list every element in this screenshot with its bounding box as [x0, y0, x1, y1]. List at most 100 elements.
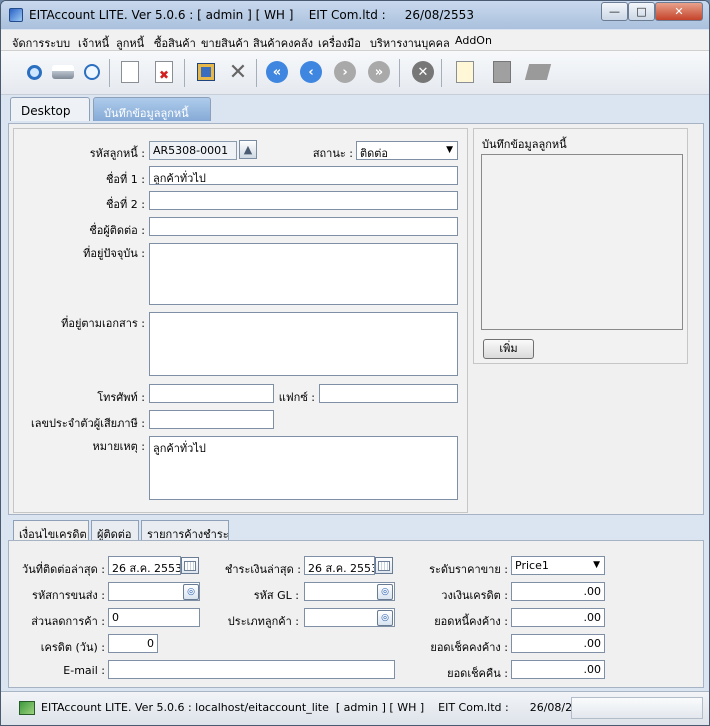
- lookup-icon[interactable]: ◎: [183, 584, 199, 600]
- lookup-icon[interactable]: ◎: [377, 584, 393, 600]
- delete-document-icon[interactable]: ✖: [151, 59, 177, 85]
- last-contact-date-field[interactable]: 26 ส.ค. 2553: [108, 556, 181, 575]
- edit-icon[interactable]: [193, 59, 219, 85]
- toolbar: ✖ ✕ « ‹ › » ✕: [1, 51, 709, 95]
- document-icon[interactable]: [489, 59, 515, 85]
- last-payment-label: ชำระเงินล่าสุด :: [224, 563, 301, 576]
- email-field[interactable]: [108, 660, 395, 679]
- chevron-down-icon: ▼: [446, 145, 453, 155]
- menu-hr[interactable]: บริหารงานบุคคล: [370, 34, 450, 52]
- document-tabs: Desktop บันทึกข้อมูลลูกหนี้ ✖: [1, 97, 709, 214]
- code-lookup-icon[interactable]: ▲: [239, 140, 257, 159]
- customer-code-field[interactable]: AR5308-0001: [149, 141, 237, 160]
- menu-payable[interactable]: เจ้าหนี้: [78, 34, 109, 52]
- fax-label: แฟกซ์ :: [278, 391, 315, 404]
- current-address-textarea[interactable]: [149, 243, 458, 305]
- menu-purchase[interactable]: ซื้อสินค้า: [154, 34, 196, 52]
- ar-balance-label: ยอดหนี้คงค้าง :: [434, 615, 508, 628]
- remark-textarea[interactable]: ลูกค้าทั่วไป: [149, 436, 458, 500]
- close-form-icon[interactable]: ✕: [410, 59, 436, 85]
- toolbar-separator: [399, 59, 400, 87]
- menu-receivable[interactable]: ลูกหนี้: [116, 34, 144, 52]
- calendar-icon[interactable]: [375, 557, 393, 574]
- name1-field[interactable]: ลูกค้าทั่วไป: [149, 166, 458, 185]
- toolbar-separator: [109, 59, 110, 87]
- status-label: สถานะ :: [312, 147, 353, 160]
- price-level-select[interactable]: Price1 ▼: [511, 556, 605, 575]
- last-contact-label: วันที่ติดต่อล่าสุด :: [22, 563, 105, 576]
- name1-label: ชื่อที่ 1 :: [105, 173, 145, 186]
- menu-sales[interactable]: ขายสินค้า: [201, 34, 249, 52]
- tab-customer-record[interactable]: บันทึกข้อมูลลูกหนี้: [93, 97, 211, 121]
- trade-discount-field[interactable]: 0: [108, 608, 200, 627]
- status-bar: EITAccount LITE. Ver 5.0.6 : localhost/e…: [1, 691, 709, 725]
- fax-field[interactable]: [319, 384, 458, 403]
- contact-name-field[interactable]: [149, 217, 458, 236]
- menu-tools[interactable]: เครื่องมือ: [318, 34, 361, 52]
- lookup-icon[interactable]: ◎: [377, 610, 393, 626]
- printer-icon[interactable]: [50, 59, 76, 85]
- credit-limit-field[interactable]: .00: [511, 582, 605, 601]
- cheque-returned-field[interactable]: .00: [511, 660, 605, 679]
- tax-id-field[interactable]: [149, 410, 274, 429]
- customer-type-label: ประเภทลูกค้า :: [227, 615, 299, 628]
- status-select[interactable]: ติดต่อ ▼: [356, 141, 458, 160]
- remark-label: หมายเหตุ :: [92, 440, 145, 453]
- notes-title: บันทึกข้อมูลลูกหนี้: [482, 138, 567, 151]
- menu-inventory[interactable]: สินค้าคงคลัง: [253, 34, 313, 52]
- toolbar-separator: [441, 59, 442, 87]
- window-title: EITAccount LITE. Ver 5.0.6 : [ admin ] […: [29, 8, 474, 22]
- toolbar-separator: [184, 59, 185, 87]
- shipping-code-label: รหัสการขนส่ง :: [32, 589, 105, 602]
- first-record-icon[interactable]: «: [264, 59, 290, 85]
- add-note-button[interactable]: เพิ่ม: [483, 339, 534, 359]
- credit-days-label: เครดิต (วัน) :: [40, 641, 105, 654]
- menu-system[interactable]: จัดการระบบ: [12, 34, 70, 52]
- ar-balance-field[interactable]: .00: [511, 608, 605, 627]
- cheque-returned-label: ยอดเช็คคืน :: [447, 667, 508, 680]
- phone-label: โทรศัพท์ :: [97, 391, 145, 404]
- cancel-icon[interactable]: ✕: [225, 59, 251, 85]
- price-level-value: Price1: [515, 559, 549, 572]
- credit-days-field[interactable]: 0: [108, 634, 158, 653]
- toolbar-separator: [256, 59, 257, 87]
- new-document-icon[interactable]: [117, 59, 143, 85]
- tab-desktop[interactable]: Desktop: [10, 97, 90, 121]
- credit-limit-label: วงเงินเครดิต :: [441, 589, 508, 602]
- price-level-label: ระดับราคาขาย :: [429, 563, 508, 576]
- current-address-label: ที่อยู่ปัจจุบัน :: [83, 247, 145, 260]
- status-text: EITAccount LITE. Ver 5.0.6 : localhost/e…: [41, 701, 594, 714]
- app-icon: [9, 8, 23, 22]
- phone-field[interactable]: [149, 384, 274, 403]
- minimize-button[interactable]: —: [601, 2, 628, 21]
- notes-list[interactable]: [481, 154, 683, 330]
- previous-record-icon[interactable]: ‹: [298, 59, 324, 85]
- tab-credit-terms[interactable]: เงื่อนไขเครดิต: [13, 520, 89, 542]
- tab-customer-record-label: บันทึกข้อมูลลูกหนี้: [104, 107, 189, 120]
- last-record-icon[interactable]: »: [366, 59, 392, 85]
- tab-desktop-label: Desktop: [21, 104, 71, 118]
- title-bar[interactable]: EITAccount LITE. Ver 5.0.6 : [ admin ] […: [1, 1, 709, 29]
- chevron-down-icon: ▼: [593, 560, 600, 570]
- search-icon[interactable]: [21, 59, 47, 85]
- menu-addon[interactable]: AddOn: [455, 34, 492, 47]
- tab-outstanding[interactable]: รายการค้างชำระ: [141, 520, 229, 541]
- maximize-button[interactable]: □: [628, 2, 655, 21]
- name2-field[interactable]: [149, 191, 458, 210]
- next-record-icon[interactable]: ›: [332, 59, 358, 85]
- status-progress: [571, 697, 703, 719]
- trade-discount-label: ส่วนลดการค้า :: [31, 615, 105, 628]
- tab-contacts[interactable]: ผู้ติดต่อ: [91, 520, 139, 541]
- note-edit-icon[interactable]: [452, 59, 478, 85]
- preview-icon[interactable]: [79, 59, 105, 85]
- close-window-button[interactable]: ✕: [655, 2, 703, 21]
- app-window: EITAccount LITE. Ver 5.0.6 : [ admin ] […: [0, 0, 710, 726]
- status-select-value: ติดต่อ: [360, 147, 389, 160]
- email-label: E-mail :: [63, 664, 105, 677]
- contact-name-label: ชื่อผู้ติดต่อ :: [89, 224, 145, 237]
- calendar-icon[interactable]: [181, 557, 199, 574]
- document-address-textarea[interactable]: [149, 312, 458, 376]
- cheque-outstanding-field[interactable]: .00: [511, 634, 605, 653]
- documents-icon[interactable]: [524, 59, 552, 85]
- last-payment-date-field[interactable]: 26 ส.ค. 2553: [304, 556, 375, 575]
